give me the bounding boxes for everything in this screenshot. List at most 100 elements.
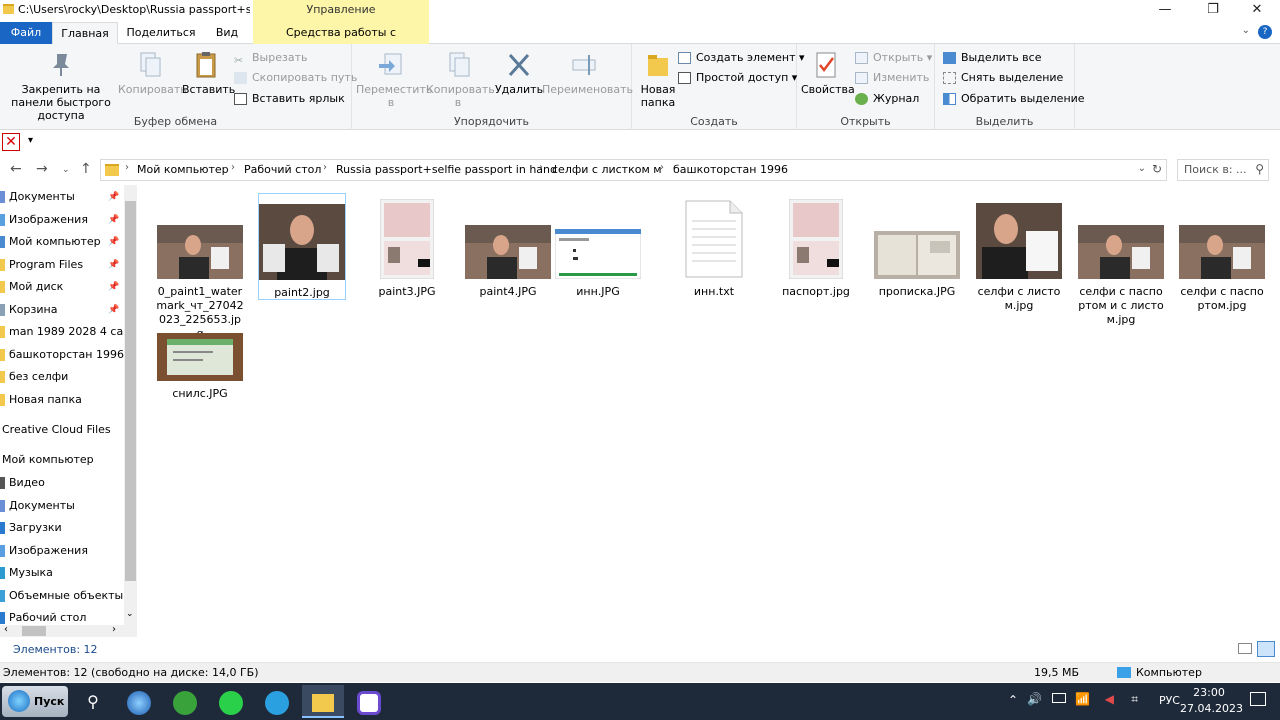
back-icon[interactable]: ← xyxy=(10,161,22,177)
file-item[interactable]: селфи с листом.jpg xyxy=(975,193,1063,313)
file-item[interactable]: инн.txt xyxy=(670,193,758,299)
easy-access-button[interactable]: Простой доступ ▾ xyxy=(678,69,797,87)
language-indicator[interactable]: РУС xyxy=(1159,694,1180,707)
file-item[interactable]: прописка.JPG xyxy=(873,193,961,299)
maximize-button[interactable]: ❐ xyxy=(1190,0,1236,22)
nav-quick-item[interactable]: башкоторстан 1996 xyxy=(0,344,124,366)
vertical-scrollbar[interactable]: ⌄ xyxy=(124,185,137,625)
cut-button[interactable]: ✂ Вырезать xyxy=(234,49,307,67)
chevron-down-icon[interactable]: ⌄ xyxy=(1242,25,1250,36)
edit-button[interactable]: Изменить xyxy=(855,69,929,87)
forward-icon[interactable]: → xyxy=(36,161,48,177)
file-item[interactable]: paint3.JPG xyxy=(363,193,451,299)
up-icon[interactable]: ↑ xyxy=(80,161,92,177)
refresh-icon[interactable]: ↻ xyxy=(1152,162,1162,176)
new-item-button[interactable]: Создать элемент ▾ xyxy=(678,49,805,67)
open-button[interactable]: Открыть ▾ xyxy=(855,49,932,67)
nav-pc-item[interactable]: Документы xyxy=(0,495,75,517)
file-explorer-icon[interactable] xyxy=(302,685,344,718)
scroll-thumb[interactable] xyxy=(125,201,136,581)
properties-button[interactable]: Свойства xyxy=(801,50,855,96)
tab-picture-tools[interactable]: Средства работы с рисунками xyxy=(253,22,429,60)
horizontal-scrollbar[interactable]: ‹ › xyxy=(0,624,137,637)
select-none-button[interactable]: Снять выделение xyxy=(943,69,1063,87)
nav-quick-item[interactable]: Документы 📌 xyxy=(0,186,119,208)
telegram-icon[interactable] xyxy=(256,685,298,718)
chevron-down-icon[interactable]: ⌄ xyxy=(1138,163,1146,174)
nav-quick-item[interactable]: Мой компьютер 📌 xyxy=(0,231,119,253)
pin-icon[interactable]: 📌 xyxy=(108,231,119,253)
delete-button[interactable]: Удалить xyxy=(492,50,546,96)
file-item[interactable]: снилс.JPG xyxy=(156,331,244,401)
address-bar[interactable]: › Мой компьютер › Рабочий стол › Russia … xyxy=(100,159,1167,181)
notification-volume-icon[interactable]: ◀ xyxy=(1105,692,1114,706)
clock-time[interactable]: 23:00 xyxy=(1180,686,1238,699)
scroll-right-icon[interactable]: › xyxy=(112,624,116,635)
file-item[interactable]: paint2.jpg xyxy=(258,193,346,300)
nav-quick-item[interactable]: Мой диск 📌 xyxy=(0,276,119,298)
file-item[interactable]: paint4.JPG xyxy=(464,193,552,299)
chevron-right-icon[interactable]: › xyxy=(660,162,664,173)
paste-button[interactable]: Вставить xyxy=(182,50,235,96)
pin-quick-access-button[interactable]: Закрепить на панели быстрого доступа xyxy=(4,50,118,122)
nav-quick-item[interactable]: Program Files 📌 xyxy=(0,254,119,276)
chevron-right-icon[interactable]: › xyxy=(231,162,235,173)
file-item[interactable]: селфи с паспортом.jpg xyxy=(1178,193,1266,313)
icq-icon[interactable] xyxy=(210,685,252,718)
history-button[interactable]: Журнал xyxy=(855,90,919,108)
file-item[interactable]: паспорт.jpg xyxy=(772,193,860,299)
browser-icon[interactable] xyxy=(118,685,160,718)
scroll-left-icon[interactable]: ‹ xyxy=(4,624,8,635)
crumb-4[interactable]: башкоторстан 1996 xyxy=(673,163,788,176)
nav-pc-item[interactable]: Объемные объекты xyxy=(0,585,123,607)
file-item[interactable]: 0_paint1_watermark_чт_27042023_225653.jp… xyxy=(156,193,244,341)
recent-chevron-icon[interactable]: ⌄ xyxy=(62,165,70,175)
chevron-right-icon[interactable]: › xyxy=(125,162,129,173)
nav-pc-item[interactable]: Видео xyxy=(0,472,45,494)
select-all-button[interactable]: Выделить все xyxy=(943,49,1041,67)
close-button[interactable]: ✕ xyxy=(1234,0,1280,22)
search-box[interactable]: Поиск в: ... ⚲ xyxy=(1177,159,1269,181)
close-x-icon[interactable]: ✕ xyxy=(2,133,20,151)
new-folder-button[interactable]: Новая папка xyxy=(636,50,680,109)
file-item[interactable]: инн.JPG xyxy=(554,193,642,299)
wifi-icon[interactable]: 📶 xyxy=(1075,692,1090,706)
crumb-2[interactable]: Russia passport+selfie passport in hand xyxy=(336,163,557,176)
creative-cloud-item[interactable]: Creative Cloud Files xyxy=(2,419,111,441)
tab-view[interactable]: Вид xyxy=(204,22,250,44)
minimize-button[interactable]: — xyxy=(1142,0,1188,22)
app-icon[interactable] xyxy=(348,685,390,718)
tab-file[interactable]: Файл xyxy=(0,22,52,44)
pin-icon[interactable]: 📌 xyxy=(108,186,119,208)
nav-quick-item[interactable]: Изображения 📌 xyxy=(0,209,119,231)
crumb-0[interactable]: Мой компьютер xyxy=(137,163,229,176)
search-icon[interactable]: ⚲ xyxy=(72,685,114,718)
network-icon[interactable]: ⌗ xyxy=(1131,692,1138,707)
chevron-right-icon[interactable]: › xyxy=(539,162,543,173)
tab-share[interactable]: Поделиться xyxy=(118,22,204,44)
scroll-down-icon[interactable]: ⌄ xyxy=(126,609,134,619)
move-to-button[interactable]: Переместить в xyxy=(356,50,432,109)
nav-quick-item[interactable]: Новая папка xyxy=(0,389,82,411)
nav-quick-item[interactable]: man 1989 2028 4 cards xyxy=(0,321,137,343)
pin-icon[interactable]: 📌 xyxy=(108,209,119,231)
crumb-3[interactable]: селфи с листком м xyxy=(552,163,662,176)
this-pc-item[interactable]: Мой компьютер xyxy=(2,449,94,471)
customize-qat-icon[interactable]: ▾ xyxy=(28,135,33,146)
nav-pc-item[interactable]: Изображения xyxy=(0,540,88,562)
pin-icon[interactable]: 📌 xyxy=(108,299,119,321)
large-icons-view-icon[interactable] xyxy=(1257,641,1275,657)
volume-icon[interactable]: 🔊 xyxy=(1027,692,1042,706)
utorrent-icon[interactable] xyxy=(164,685,206,718)
crumb-1[interactable]: Рабочий стол xyxy=(244,163,321,176)
nav-quick-item[interactable]: Корзина 📌 xyxy=(0,299,119,321)
nav-pc-item[interactable]: Музыка xyxy=(0,562,53,584)
start-button[interactable]: Пуск xyxy=(2,686,68,717)
notification-center-icon[interactable] xyxy=(1250,692,1266,706)
chevron-right-icon[interactable]: › xyxy=(323,162,327,173)
file-item[interactable]: селфи с паспортом и с листом.jpg xyxy=(1077,193,1165,327)
hscroll-thumb[interactable] xyxy=(22,626,46,636)
rename-button[interactable]: Переименовать xyxy=(542,50,633,96)
tray-up-icon[interactable]: ⌃ xyxy=(1008,693,1018,707)
clock-date[interactable]: 27.04.2023 xyxy=(1180,702,1243,715)
